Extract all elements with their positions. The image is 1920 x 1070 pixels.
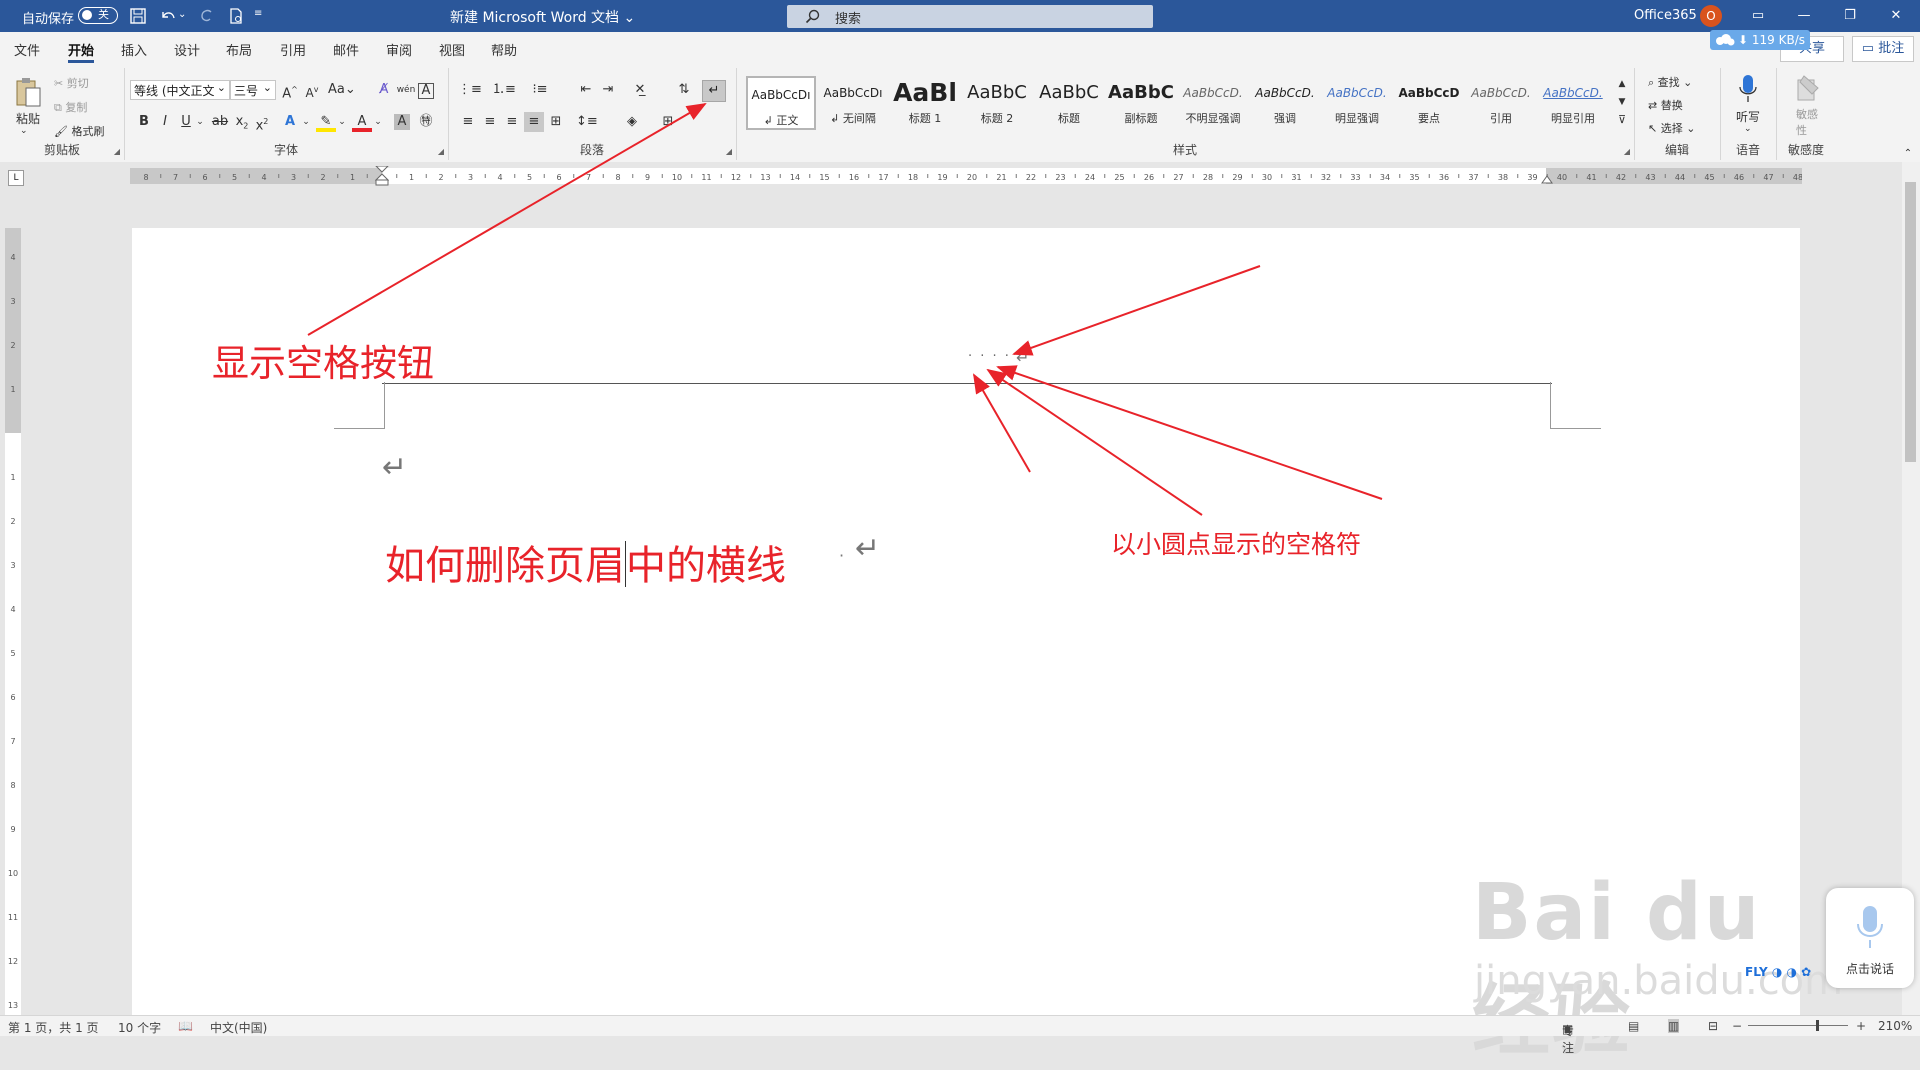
voice-mic-icon	[1857, 906, 1883, 948]
scrollbar-thumb[interactable]	[1905, 182, 1916, 462]
language-indicator[interactable]: 中文(中国)	[210, 1019, 267, 1036]
page-count[interactable]: 第 1 页，共 1 页	[8, 1019, 99, 1036]
zoom-out-icon[interactable]: −	[1732, 1019, 1742, 1033]
vertical-scrollbar[interactable]	[1902, 162, 1920, 1015]
web-layout-icon[interactable]: ⊟	[1708, 1019, 1718, 1033]
arrow-to-dots-2	[973, 373, 1031, 473]
arrow-to-dots-4	[996, 365, 1383, 500]
annotation-arrows	[307, 102, 1383, 516]
focus-label: 专注	[1562, 1024, 1575, 1055]
zoom-level[interactable]: 210%	[1878, 1019, 1912, 1033]
read-mode-icon[interactable]: ▤	[1628, 1019, 1639, 1033]
proofing-icon[interactable]: 📖	[178, 1019, 193, 1033]
arrow-to-show-button	[307, 102, 707, 336]
arrow-to-dots-1	[1012, 265, 1261, 356]
zoom-slider-thumb[interactable]	[1816, 1020, 1819, 1031]
voice-input-widget[interactable]: 点击说话	[1826, 888, 1914, 988]
zoom-in-icon[interactable]: +	[1856, 1019, 1866, 1033]
word-count[interactable]: 10 个字	[118, 1019, 161, 1036]
print-layout-icon[interactable]: ▥	[1668, 1019, 1680, 1033]
zoom-slider[interactable]	[1748, 1020, 1848, 1031]
voice-widget-label: 点击说话	[1845, 962, 1894, 976]
fly-input-icon[interactable]: FLY ◑ ◑ ✿	[1745, 965, 1811, 979]
status-bar: 第 1 页，共 1 页 10 个字 📖 中文(中国) ▣ 专注 ▤ ▥ ⊟ − …	[0, 1015, 1920, 1055]
arrow-to-dots-3	[986, 368, 1203, 516]
